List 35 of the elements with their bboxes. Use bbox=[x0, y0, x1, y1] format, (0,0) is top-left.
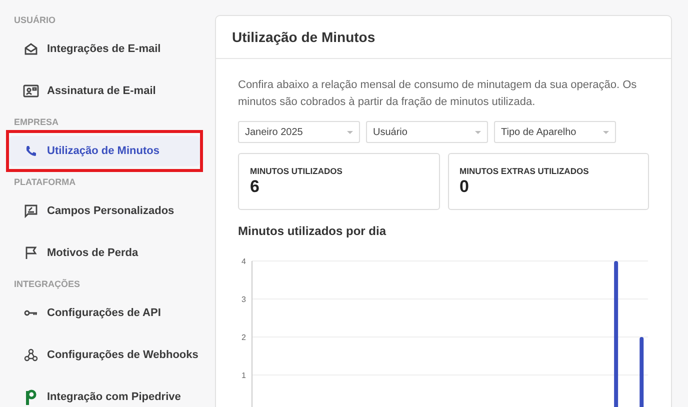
sidebar-item[interactable]: Integração com Pipedrive bbox=[9, 382, 200, 407]
description: Confira abaixo a relação mensal de consumo de minutagem da sua operação. Os minutos são cobrados à partir da fração de minutos utilizada. bbox=[238, 78, 638, 110]
key-icon bbox=[24, 309, 38, 317]
axis-label: 4 bbox=[242, 257, 246, 266]
section-heading: EMPRESA bbox=[14, 117, 59, 127]
section-heading: PLATAFORMA bbox=[14, 177, 76, 187]
bar bbox=[640, 337, 644, 407]
envelope-icon bbox=[24, 42, 38, 56]
section-heading: USUÁRIO bbox=[14, 15, 56, 25]
sidebar-item[interactable]: Motivos de Perda bbox=[9, 238, 200, 268]
stat-value: 0 bbox=[460, 177, 470, 197]
stat-label: MINUTOS EXTRAS UTILIZADOS bbox=[460, 166, 590, 176]
message-icon bbox=[24, 204, 38, 218]
webhook-icon bbox=[24, 348, 38, 362]
axis-label: 2 bbox=[242, 333, 246, 342]
flag-icon bbox=[24, 246, 38, 260]
stat-value: 6 bbox=[250, 177, 260, 197]
sidebar-item[interactable]: Configurações de API bbox=[9, 298, 200, 328]
id-card-icon bbox=[23, 84, 39, 98]
section-heading: INTEGRAÇÕES bbox=[14, 279, 80, 289]
axis-label: 1 bbox=[242, 371, 246, 380]
dropdown[interactable]: Tipo de Aparelho bbox=[494, 121, 616, 143]
dropdown[interactable]: Janeiro 2025 bbox=[238, 121, 360, 143]
chart-title: Minutos utilizados por dia bbox=[238, 224, 388, 238]
panel-title: Utilização de Minutos bbox=[232, 29, 376, 45]
sidebar-item[interactable]: Utilização de Minutos bbox=[9, 136, 200, 166]
sidebar-item[interactable]: Configurações de Webhooks bbox=[9, 340, 200, 370]
dropdown[interactable]: Usuário bbox=[366, 121, 488, 143]
logo-icon bbox=[25, 389, 37, 405]
stat-label: MINUTOS UTILIZADOS bbox=[250, 166, 344, 176]
sidebar-item[interactable]: Assinatura de E-mail bbox=[9, 76, 200, 106]
sidebar-item[interactable]: Campos Personalizados bbox=[9, 196, 200, 226]
axis-label: 3 bbox=[242, 295, 246, 304]
sidebar-item[interactable]: Integrações de E-mail bbox=[9, 34, 200, 64]
phone-icon bbox=[25, 145, 37, 157]
